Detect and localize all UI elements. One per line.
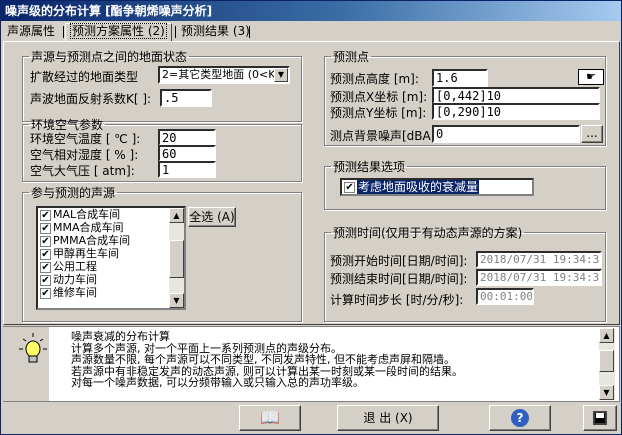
- window-title: 噪声级的分布计算 [酯争朝烯噪声分析]: [1, 1, 621, 21]
- list-item-label: 动力车间: [53, 273, 97, 286]
- list-item[interactable]: ✔ 公用工程: [38, 260, 184, 273]
- checkbox-checked-icon[interactable]: ✔: [40, 235, 51, 247]
- help-icon[interactable]: ?: [489, 405, 551, 431]
- list-item-label: 公用工程: [53, 260, 97, 273]
- help-text: 噪声衰减的分布计算 计算多个声源, 对一个平面上一系列预测点的声级分布。 声源数…: [71, 330, 463, 389]
- height-input[interactable]: 1.6: [432, 69, 488, 87]
- tab-label: 预测方案属性 (2): [70, 23, 167, 39]
- tab-separator: [175, 26, 176, 38]
- checkbox-checked-icon[interactable]: ✔: [40, 248, 51, 260]
- list-item[interactable]: ✔ 动力车间: [38, 273, 184, 286]
- main-window: 噪声级的分布计算 [酯争朝烯噪声分析] 声源属性 预测方案属性 (2) 预测结果…: [0, 0, 622, 435]
- bg-noise-input[interactable]: 0: [432, 125, 580, 143]
- end-time-input[interactable]: 2018/07/31 19:34:36: [476, 269, 602, 286]
- reflect-input[interactable]: .5: [160, 89, 212, 107]
- temp-label: 环境空气温度 [ ℃ ]:: [30, 132, 141, 146]
- checkbox-checked-icon[interactable]: ✔: [40, 274, 51, 286]
- air-params-legend: 环境空气参数: [31, 118, 104, 132]
- y-coord-label: 预测点Y坐标 [m]:: [330, 106, 427, 120]
- list-item[interactable]: ✔ MMA合成车间: [38, 221, 184, 234]
- checkbox-checked-icon[interactable]: ✔: [40, 222, 51, 234]
- pointer-hand-icon[interactable]: ☛: [578, 69, 604, 85]
- footer-bar: 📖 退 出 (X) ?: [3, 403, 620, 433]
- result-options-legend: 预测结果选项: [333, 160, 406, 174]
- tab-prediction-results[interactable]: 预测结果 (3): [177, 24, 254, 41]
- list-item-label: PMMA合成车间: [53, 234, 131, 247]
- list-item-label: MMA合成车间: [53, 221, 124, 234]
- options-list[interactable]: ✔ 考虑地面吸收的衰减量: [340, 178, 534, 196]
- reflect-label: 声波地面反射系数K[ ]:: [30, 92, 152, 106]
- scroll-thumb[interactable]: [169, 240, 184, 278]
- tab-label: 声源属性: [7, 24, 56, 38]
- chevron-down-icon[interactable]: ▼: [274, 68, 288, 82]
- end-time-label: 预测结束时间[日期/时间]:: [330, 272, 468, 286]
- checkbox-checked-icon[interactable]: ✔: [344, 182, 355, 193]
- exit-button[interactable]: 退 出 (X): [337, 405, 439, 431]
- scroll-up-icon[interactable]: ▲: [599, 328, 614, 343]
- list-item-label: 甲醇再生车间: [53, 247, 119, 260]
- select-all-button[interactable]: 全选 (A): [188, 207, 236, 227]
- bg-noise-label: 测点背景噪声[dBA]: [330, 129, 436, 143]
- lightbulb-icon: [3, 327, 49, 401]
- list-item[interactable]: ✔ PMMA合成车间: [38, 234, 184, 247]
- time-step-input[interactable]: 00:01:00: [476, 288, 534, 305]
- list-item-label: 维修车间: [53, 286, 97, 299]
- ground-type-select[interactable]: 2=其它类型地面 (0<K ▼: [158, 66, 290, 84]
- help-scrollbar[interactable]: ▲ ▼: [599, 328, 615, 400]
- bg-noise-more-button[interactable]: ...: [581, 125, 603, 143]
- save-icon[interactable]: [583, 405, 617, 431]
- tab-separator: [63, 26, 64, 38]
- checkbox-checked-icon[interactable]: ✔: [40, 261, 51, 273]
- list-item-label: MAL合成车间: [53, 208, 121, 221]
- tab-bar: 声源属性 预测方案属性 (2) 预测结果 (3): [3, 23, 619, 42]
- list-item[interactable]: ✔ MAL合成车间: [38, 208, 184, 221]
- prediction-time-legend: 预测时间(仅用于有动态声源的方案): [333, 226, 523, 240]
- sources-legend: 参与预测的声源: [31, 186, 116, 200]
- option-label: 考虑地面吸收的衰减量: [357, 180, 480, 194]
- x-coord-input[interactable]: [0,442]10: [432, 87, 600, 104]
- scroll-down-icon[interactable]: ▼: [169, 293, 184, 308]
- tab-page: 声源与预测点之间的地面状态 扩散经过的地面类型 2=其它类型地面 (0<K ▼ …: [3, 41, 620, 325]
- ground-state-group: 声源与预测点之间的地面状态: [22, 48, 302, 122]
- tab-scheme-properties[interactable]: 预测方案属性 (2): [65, 23, 172, 42]
- scroll-thumb[interactable]: [599, 350, 614, 372]
- temp-input[interactable]: 20: [158, 129, 216, 146]
- checkbox-checked-icon[interactable]: ✔: [40, 287, 51, 299]
- humidity-input[interactable]: 60: [158, 145, 216, 162]
- checkbox-checked-icon[interactable]: ✔: [40, 209, 51, 221]
- list-item[interactable]: ✔ 维修车间: [38, 286, 184, 299]
- humidity-label: 空气相对湿度 [ % ]:: [30, 148, 139, 162]
- book-icon[interactable]: 📖: [239, 405, 301, 431]
- pressure-label: 空气大气压 [ atm]:: [30, 164, 135, 178]
- ground-state-legend: 声源与预测点之间的地面状态: [31, 50, 188, 64]
- prediction-point-legend: 预测点: [333, 50, 370, 64]
- y-coord-input[interactable]: [0,290]10: [432, 103, 600, 120]
- tab-source-properties[interactable]: 声源属性: [3, 24, 59, 41]
- x-coord-label: 预测点X坐标 [m]:: [330, 90, 428, 104]
- height-label: 预测点高度 [m]:: [330, 72, 419, 86]
- ground-type-value: 2=其它类型地面 (0<K: [162, 68, 276, 81]
- tab-label: 预测结果 (3): [181, 24, 250, 38]
- start-time-label: 预测开始时间[日期/时间]:: [330, 254, 468, 268]
- start-time-input[interactable]: 2018/07/31 19:34:36: [476, 251, 602, 268]
- list-scrollbar[interactable]: ▲ ▼: [169, 208, 184, 308]
- pressure-input[interactable]: 1: [158, 161, 216, 178]
- time-step-label: 计算时间步长 [时/分/秒]:: [330, 293, 464, 307]
- scroll-down-icon[interactable]: ▼: [599, 385, 614, 400]
- sources-list[interactable]: ✔ MAL合成车间 ✔ MMA合成车间 ✔ PMMA合成车间 ✔ 甲醇再生车间 ✔ 公用工…: [36, 206, 186, 310]
- list-item[interactable]: ✔ 甲醇再生车间: [38, 247, 184, 260]
- ground-type-label: 扩散经过的地面类型: [30, 70, 139, 84]
- scroll-up-icon[interactable]: ▲: [169, 208, 184, 223]
- tab-separator: [249, 26, 250, 38]
- list-item[interactable]: ✔ 考虑地面吸收的衰减量: [342, 180, 532, 194]
